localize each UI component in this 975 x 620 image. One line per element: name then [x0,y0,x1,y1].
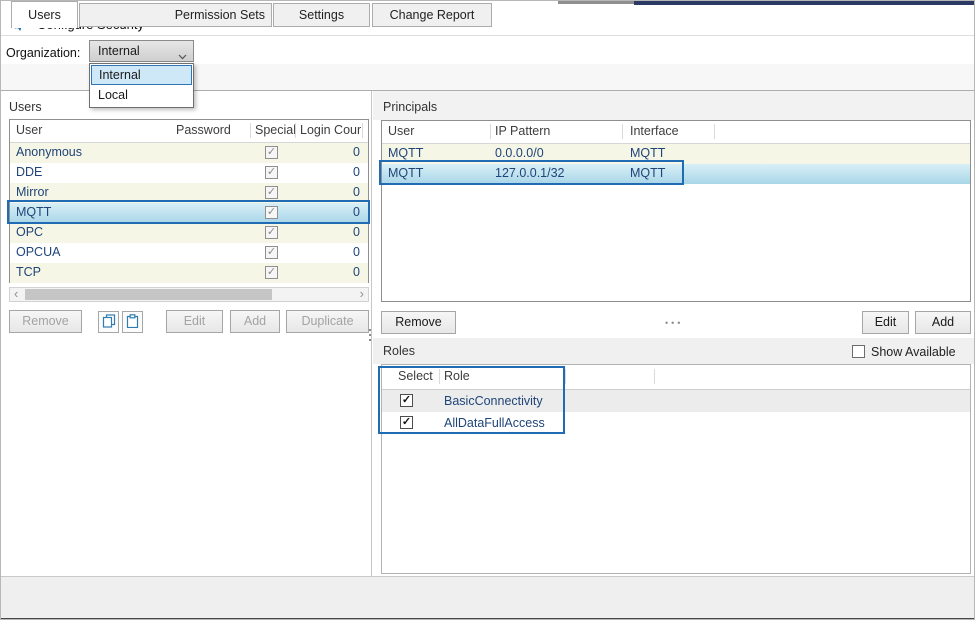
principals-section-title: Principals [383,100,437,114]
column-header-ip-pattern: IP Pattern [495,121,550,143]
user-row-dde[interactable]: DDE ✓ 0 [10,163,368,183]
tab-permission-sets[interactable]: Permission Sets [79,3,272,27]
tab-change-report[interactable]: Change Report [372,3,492,27]
principals-remove-button[interactable]: Remove [381,311,456,334]
role-name: AllDataFullAccess [444,416,545,430]
tab-users[interactable]: Users [11,1,78,28]
background-strip-gray [558,1,634,4]
special-checkbox[interactable]: ✓ [265,166,278,179]
users-edit-button[interactable]: Edit [166,310,223,333]
organization-value: Internal [98,44,140,58]
user-row-mirror[interactable]: Mirror ✓ 0 [10,183,368,203]
users-add-button[interactable]: Add [230,310,280,333]
footer-bar [1,576,975,618]
principal-interface: MQTT [630,166,665,180]
show-available-checkbox[interactable] [852,345,865,358]
principals-header-strip [373,91,975,120]
users-table-header: User Password Special Login Cour [10,120,368,144]
user-name: Anonymous [16,145,82,159]
organization-combobox[interactable]: Internal [89,40,194,62]
login-count: 0 [353,225,360,239]
principal-ip: 0.0.0.0/0 [495,146,544,160]
login-count: 0 [353,245,360,259]
user-row-mqtt-selected[interactable]: MQTT ✓ 0 [10,203,368,223]
special-checkbox[interactable]: ✓ [265,186,278,199]
user-name: OPC [16,225,43,239]
dropdown-item-local[interactable]: Local [91,86,192,106]
users-duplicate-button[interactable]: Duplicate [286,310,369,333]
login-count: 0 [353,145,360,159]
role-row-basicconnectivity[interactable]: ✓ BasicConnectivity [382,390,970,412]
users-table: User Password Special Login Cour Anonymo… [9,119,369,283]
horizontal-splitter-handle[interactable]: ••• [665,318,683,328]
principals-edit-button[interactable]: Edit [862,311,909,334]
roles-table: Select Role ✓ BasicConnectivity ✓ AllDat… [381,364,971,574]
login-count: 0 [353,165,360,179]
scroll-right-icon[interactable]: › [360,287,364,301]
principal-interface: MQTT [630,146,665,160]
chevron-down-icon [178,49,187,63]
scroll-left-icon[interactable]: ‹ [14,287,18,301]
user-row-tcp[interactable]: TCP ✓ 0 [10,263,368,283]
principals-table-header: User IP Pattern Interface [382,121,970,145]
dropdown-item-internal[interactable]: Internal [91,65,192,85]
principals-add-button[interactable]: Add [915,311,971,334]
role-name: BasicConnectivity [444,394,543,408]
tab-settings[interactable]: Settings [273,3,370,27]
users-remove-button[interactable]: Remove [9,310,82,333]
special-checkbox[interactable]: ✓ [265,226,278,239]
principals-table: User IP Pattern Interface MQTT 0.0.0.0/0… [381,120,971,302]
copy-button[interactable] [98,311,119,333]
roles-table-header: Select Role [382,365,970,389]
user-name: TCP [16,265,41,279]
user-name: DDE [16,165,42,179]
principal-row[interactable]: MQTT 0.0.0.0/0 MQTT [382,144,970,164]
principal-ip: 127.0.0.1/32 [495,166,565,180]
principal-row-selected[interactable]: MQTT 127.0.0.1/32 MQTT [382,164,970,184]
copy-icon [102,314,116,331]
show-available-label: Show Available [871,345,956,359]
role-row-alldatafullaccess[interactable]: ✓ AllDataFullAccess [382,412,970,434]
login-count: 0 [353,265,360,279]
roles-section-title: Roles [383,344,415,358]
paste-icon [126,314,139,331]
user-name: Mirror [16,185,49,199]
user-row-opc[interactable]: OPC ✓ 0 [10,223,368,243]
column-header-interface: Interface [630,121,679,143]
vertical-splitter-handle[interactable] [369,329,371,341]
paste-button[interactable] [122,311,143,333]
special-checkbox[interactable]: ✓ [265,246,278,259]
column-header-user: User [388,121,414,143]
column-header-password: Password [176,120,231,142]
role-checkbox[interactable]: ✓ [400,416,413,429]
role-checkbox[interactable]: ✓ [400,394,413,407]
principal-user: MQTT [388,146,423,160]
column-header-role: Role [444,365,470,389]
column-header-user: User [16,120,42,142]
special-checkbox[interactable]: ✓ [265,146,278,159]
organization-dropdown-list: Internal Local [89,63,194,108]
scrollbar-thumb[interactable] [25,289,272,300]
column-header-select: Select [398,365,433,389]
organization-label: Organization: [6,46,80,60]
column-header-login-count: Login Cour [300,120,361,142]
user-row-anonymous[interactable]: Anonymous ✓ 0 [10,143,368,163]
panel-divider [371,91,372,576]
principal-user: MQTT [388,166,423,180]
user-name: OPCUA [16,245,60,259]
user-row-opcua[interactable]: OPCUA ✓ 0 [10,243,368,263]
special-checkbox[interactable]: ✓ [265,266,278,279]
users-section-title: Users [9,100,42,114]
user-name: MQTT [16,205,51,219]
login-count: 0 [353,205,360,219]
configure-security-window: Configure Security Organization: Interna… [0,0,975,620]
column-header-special: Special [255,120,296,142]
horizontal-scrollbar[interactable]: ‹ › [9,287,369,302]
login-count: 0 [353,185,360,199]
special-checkbox[interactable]: ✓ [265,206,278,219]
